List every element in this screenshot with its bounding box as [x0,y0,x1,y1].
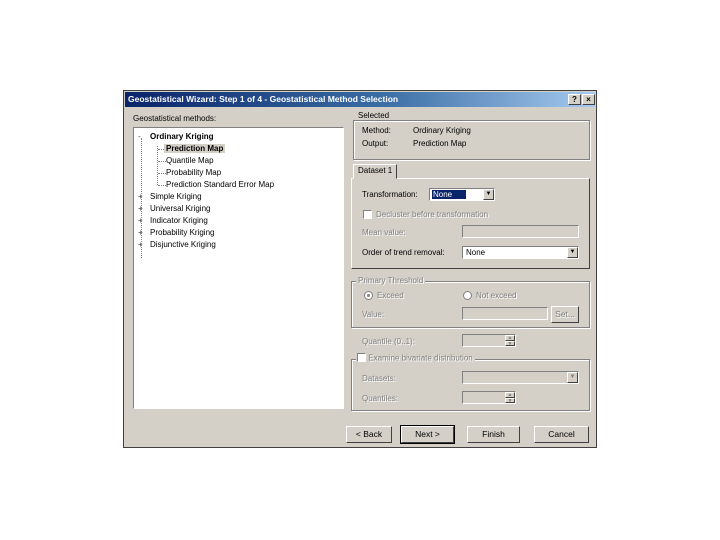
tree-line [157,146,158,185]
tree-expander-icon[interactable]: + [138,192,143,201]
order-trend-label: Order of trend removal: [362,248,445,257]
not-exceed-radio[interactable] [463,291,472,300]
threshold-value-label: Value: [362,310,385,319]
datasets-label: Datasets: [362,374,396,383]
chevron-down-icon[interactable]: ▼ [483,189,494,200]
back-button[interactable]: < Back [346,426,392,443]
tree-item-prediction-standard-error-map[interactable]: Prediction Standard Error Map [166,180,274,189]
transformation-label: Transformation: [362,190,418,199]
output-value: Prediction Map [413,139,467,148]
tree-expander-icon[interactable]: + [138,240,143,249]
cancel-button[interactable]: Cancel [534,426,589,443]
datasets-select[interactable]: ▼ [462,371,579,384]
tree-branch [158,173,166,174]
method-label: Method: [362,126,391,135]
threshold-value-input[interactable] [462,307,548,320]
order-trend-value: None [466,248,486,257]
chevron-down-icon[interactable]: ▼ [567,247,578,258]
decluster-label: Decluster before transformation [376,210,489,219]
tree-branch [158,161,166,162]
quantile-input[interactable]: ▲ ▼ [462,334,516,347]
tree-item-ordinary-kriging[interactable]: Ordinary Kriging [150,132,214,141]
next-button[interactable]: Next > [400,425,455,444]
mean-value-label: Mean value: [362,228,406,237]
quantile-label: Quantile (0..1): [362,337,415,346]
tree-expander-icon[interactable]: - [138,132,141,141]
finish-button[interactable]: Finish [467,426,520,443]
set-button[interactable]: Set... [551,306,579,323]
quantiles-label: Quantiles: [362,394,399,403]
mean-value-input[interactable] [462,225,579,238]
exceed-radio[interactable] [364,291,373,300]
transformation-value: None [432,190,467,199]
chevron-down-icon[interactable]: ▼ [567,372,578,383]
output-label: Output: [362,139,389,148]
tab-dataset-1[interactable]: Dataset 1 [353,164,398,179]
methods-tree[interactable]: - Ordinary Kriging Prediction Map Quanti… [133,127,344,409]
tree-item-universal-kriging[interactable]: Universal Kriging [150,204,210,213]
tree-item-simple-kriging[interactable]: Simple Kriging [150,192,202,201]
quantiles-input[interactable]: ▲ ▼ [462,391,516,404]
primary-threshold-legend: Primary Threshold [356,276,426,285]
help-button[interactable]: ? [568,94,581,105]
quantile-spinner[interactable]: ▲ ▼ [505,335,515,346]
tree-branch [158,185,166,186]
tree-item-disjunctive-kriging[interactable]: Disjunctive Kriging [150,240,216,249]
tree-item-probability-map[interactable]: Probability Map [166,168,221,177]
exceed-label: Exceed [377,291,404,300]
order-trend-select[interactable]: None ▼ [462,246,579,259]
selected-legend: Selected [356,111,392,120]
methods-label: Geostatistical methods: [133,114,217,123]
tree-item-prediction-map[interactable]: Prediction Map [164,144,226,153]
not-exceed-label: Not exceed [476,291,517,300]
bivariate-checkbox[interactable] [357,353,366,363]
window-title: Geostatistical Wizard: Step 1 of 4 - Geo… [128,94,399,104]
tree-item-indicator-kriging[interactable]: Indicator Kriging [150,216,208,225]
tree-expander-icon[interactable]: + [138,228,143,237]
title-bar: Geostatistical Wizard: Step 1 of 4 - Geo… [125,92,595,107]
tree-item-probability-kriging[interactable]: Probability Kriging [150,228,214,237]
bivariate-label: Examine bivariate distribution [368,353,473,363]
close-button[interactable]: × [582,94,595,105]
decluster-checkbox[interactable] [363,210,372,219]
tree-expander-icon[interactable]: + [138,204,143,213]
tree-expander-icon[interactable]: + [138,216,143,225]
wizard-dialog: Geostatistical Wizard: Step 1 of 4 - Geo… [123,90,597,448]
quantiles-spinner[interactable]: ▲ ▼ [505,392,515,403]
transformation-select[interactable]: None ▼ [429,188,495,201]
tree-item-quantile-map[interactable]: Quantile Map [166,156,214,165]
method-value: Ordinary Kriging [413,126,471,135]
bivariate-legend: Examine bivariate distribution [356,353,475,363]
